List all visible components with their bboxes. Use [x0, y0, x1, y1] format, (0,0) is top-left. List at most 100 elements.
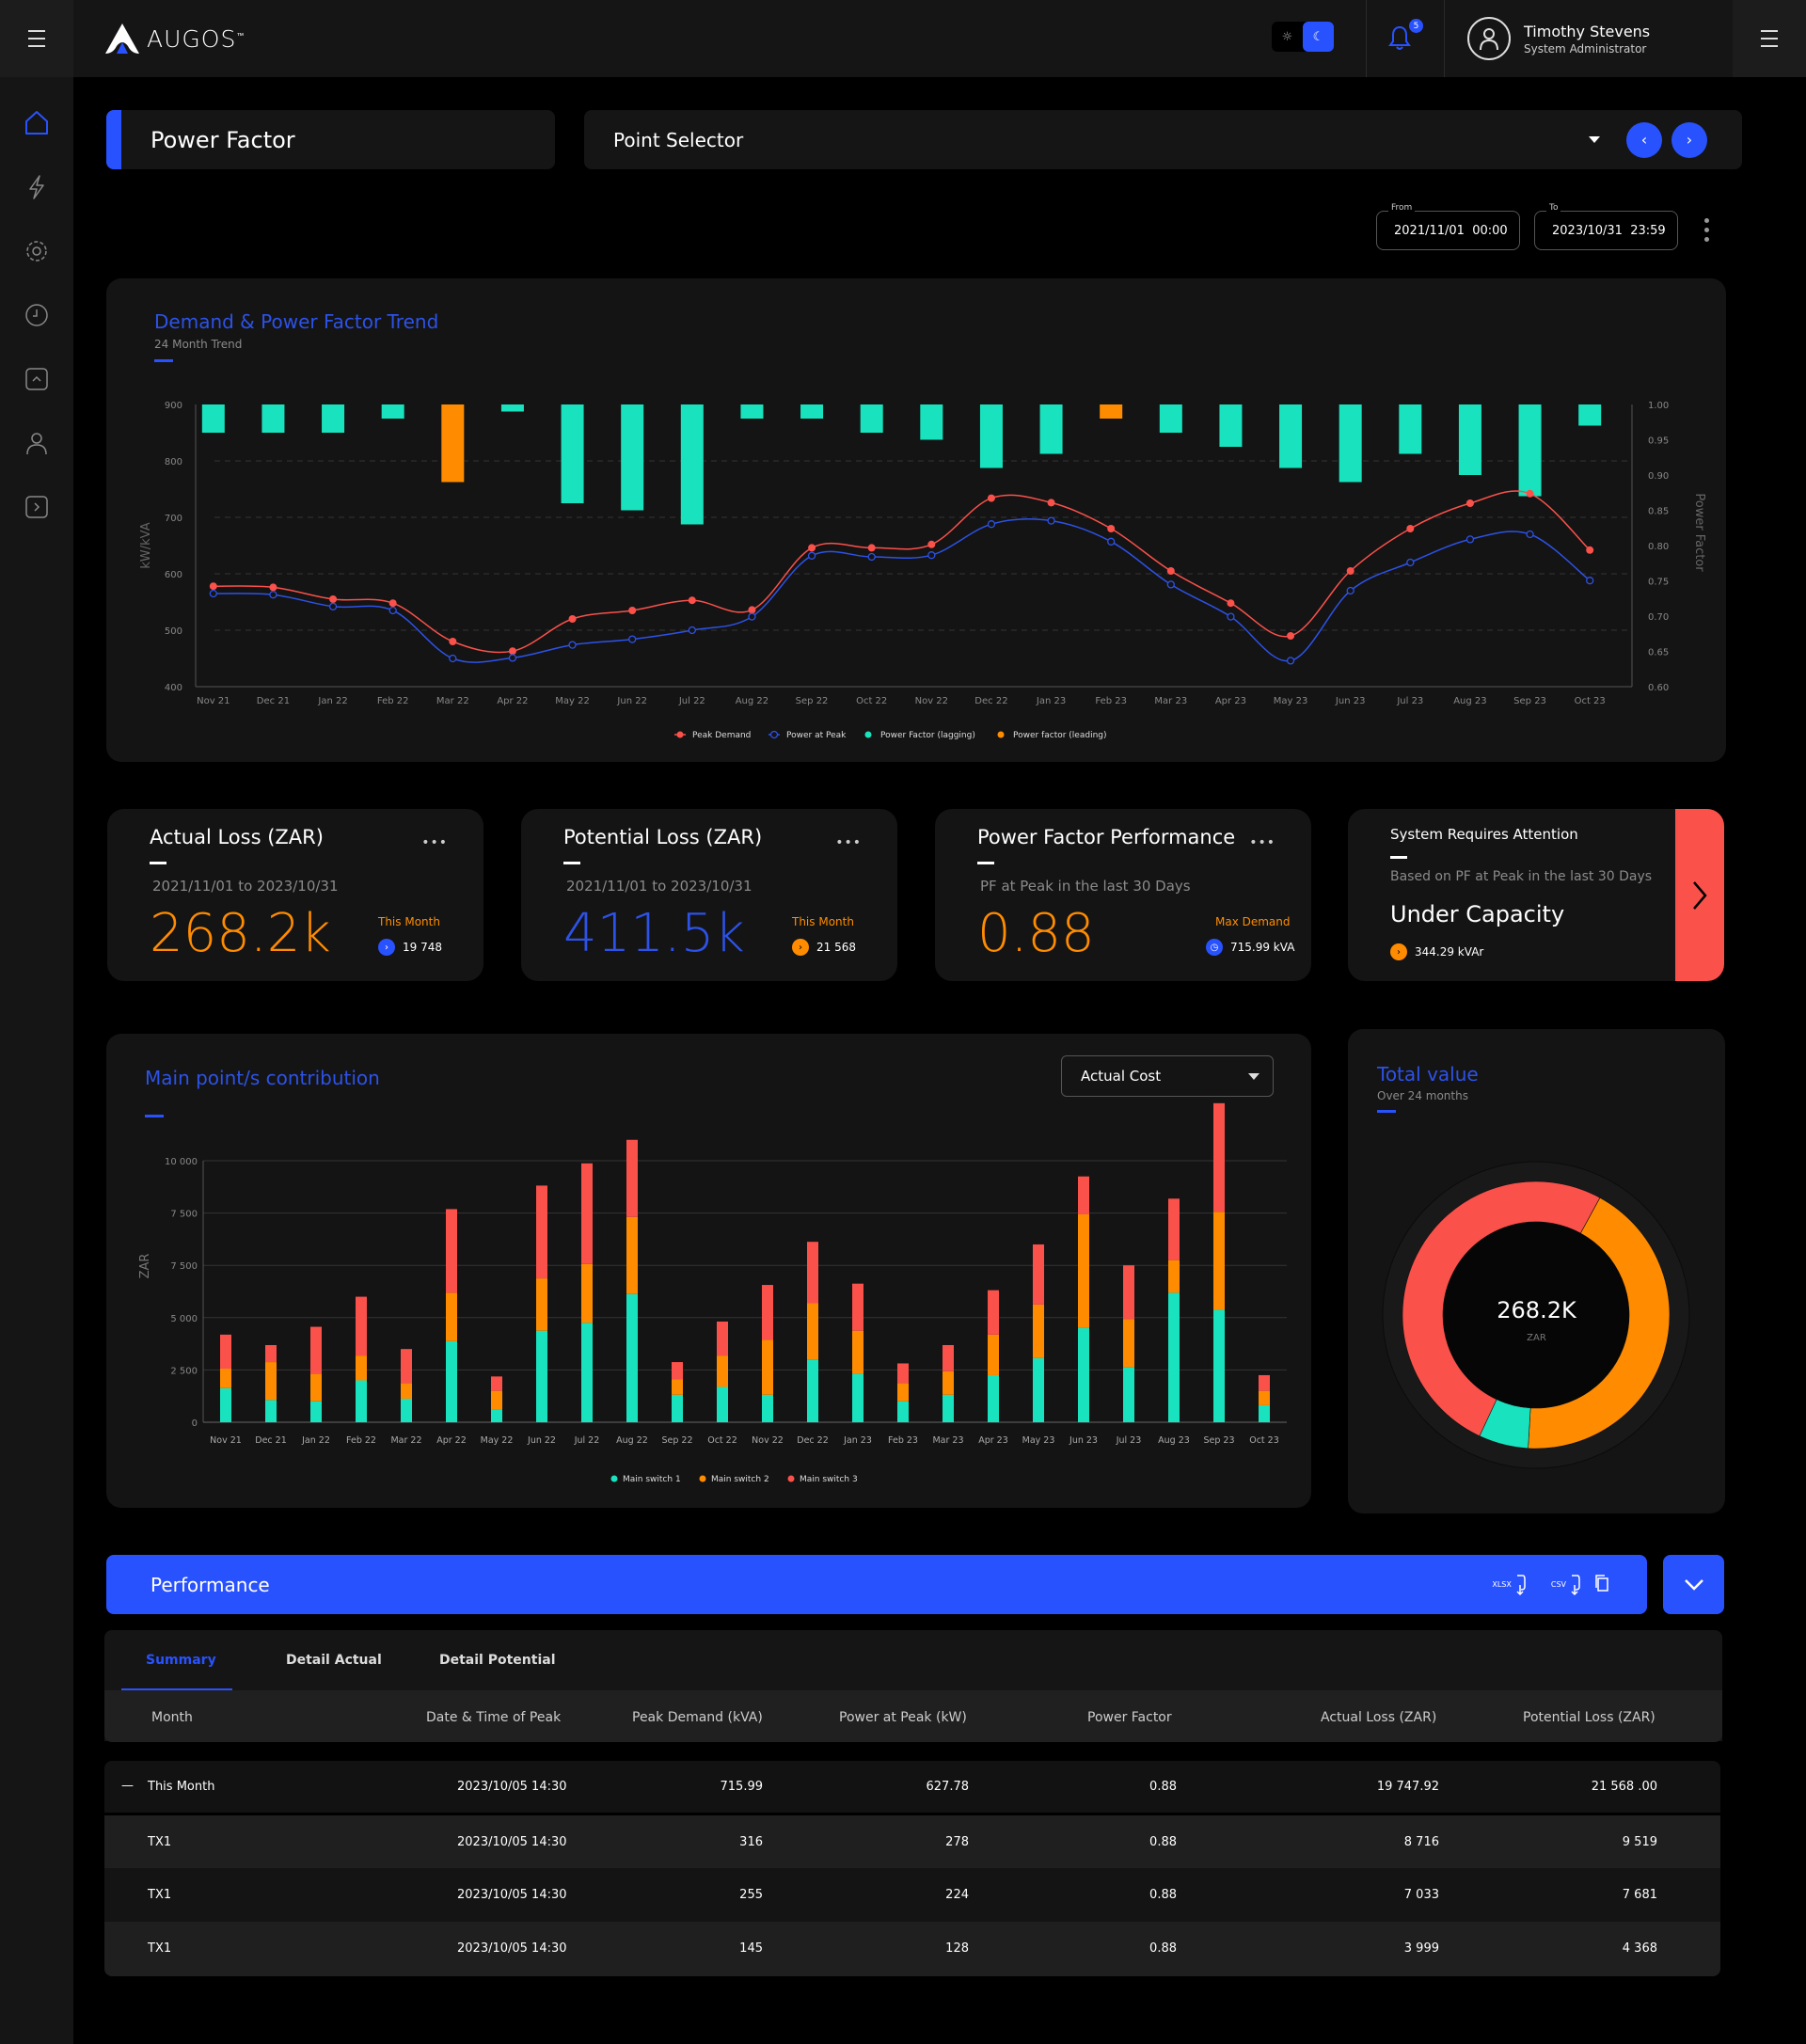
x-tick-label: Feb 23 [1095, 696, 1127, 706]
card-menu-button[interactable]: ••• [421, 835, 448, 850]
user-profile[interactable]: Timothy Stevens System Administrator [1467, 17, 1650, 60]
x-tick-label: Jan 22 [301, 1435, 330, 1446]
x-tick-label: Apr 23 [978, 1435, 1008, 1446]
legend-label: Main switch 3 [800, 1475, 858, 1484]
main-switch-3-bar [491, 1376, 502, 1391]
column-header[interactable]: Power at Peak (kW) [839, 1710, 967, 1725]
chevron-right-icon: › [1390, 943, 1407, 960]
y-axis-label: ZAR [138, 1254, 152, 1279]
x-tick-label: Nov 21 [210, 1435, 242, 1446]
dark-mode-button[interactable]: ☾ [1303, 22, 1334, 52]
peak-demand-point [628, 607, 637, 614]
main-switch-2-bar [626, 1216, 638, 1294]
column-header[interactable]: Actual Loss (ZAR) [1321, 1710, 1436, 1725]
sidebar-item-home[interactable] [0, 91, 73, 155]
user-role: System Administrator [1524, 41, 1647, 55]
more-options-button[interactable] [1704, 218, 1709, 242]
table-cell: 19 747.92 [1376, 1779, 1439, 1794]
peak-demand-point [1586, 546, 1594, 554]
x-tick-label: Feb 22 [346, 1435, 376, 1446]
pf-lagging-bar [1219, 404, 1243, 447]
from-label: From [1388, 203, 1416, 213]
y2-tick-label: 1.00 [1648, 401, 1669, 411]
power-at-peak-point [1346, 586, 1354, 595]
legend-label: Peak Demand [692, 731, 751, 740]
sidebar-item-settings[interactable] [0, 219, 73, 283]
y-tick-label: 600 [165, 570, 182, 580]
peak-demand-point [568, 615, 577, 623]
caret-down-icon[interactable] [1589, 136, 1600, 143]
table-row[interactable]: TX1 2023/10/05 14:30 316 278 0.88 8 716 9 519 [104, 1815, 1720, 1869]
donut-center-unit: ZAR [1527, 1333, 1546, 1343]
main-switch-3-bar [672, 1362, 683, 1380]
peak-demand-point [867, 544, 876, 552]
main-switch-2-bar [491, 1390, 502, 1410]
export-csv-button[interactable]: CSV [1551, 1574, 1581, 1596]
column-header[interactable]: Month [151, 1710, 193, 1725]
max-demand-value: ◷ 715.99 kVA [1206, 939, 1294, 956]
sidebar-item-users[interactable] [0, 411, 73, 475]
y2-tick-label: 0.75 [1648, 578, 1669, 588]
main-switch-3-bar [897, 1363, 909, 1384]
table-row[interactable]: TX1 2023/10/05 14:30 145 128 0.88 3 999 4 368 [104, 1922, 1720, 1976]
table-cell: This Month [148, 1779, 215, 1794]
export-xlsx-button[interactable]: XLSX [1492, 1574, 1527, 1596]
power-at-peak-point [1227, 612, 1235, 621]
card-menu-button[interactable]: ••• [835, 835, 862, 850]
tab-summary[interactable]: Summary [146, 1653, 216, 1668]
x-tick-label: Dec 22 [974, 696, 1007, 706]
power-at-peak-point [1586, 577, 1594, 585]
column-header[interactable]: Date & Time of Peak [426, 1710, 561, 1725]
sidebar-item-history[interactable] [0, 283, 73, 347]
main-switch-3-bar [852, 1283, 863, 1331]
sidebar-item-collapse[interactable] [0, 347, 73, 411]
light-mode-button[interactable]: ☼ [1272, 22, 1303, 52]
from-date-field[interactable]: From 2021/11/01 00:00 [1376, 203, 1520, 250]
page-title-bar: Power Factor [106, 110, 555, 169]
pf-lagging-bar [1458, 404, 1481, 475]
previous-point-button[interactable]: ‹ [1626, 121, 1662, 158]
main-switch-3-bar [536, 1185, 547, 1279]
column-header[interactable]: Power Factor [1087, 1710, 1172, 1725]
collapse-performance-button[interactable] [1663, 1555, 1724, 1614]
table-row[interactable]: TX1 2023/10/05 14:30 255 224 0.88 7 033 7 681 [104, 1868, 1720, 1922]
column-header[interactable]: Potential Loss (ZAR) [1523, 1710, 1656, 1725]
power-at-peak-point [269, 591, 277, 599]
pf-lagging-bar [1339, 404, 1362, 483]
attention-details-button[interactable] [1675, 809, 1724, 981]
menu-button[interactable] [0, 0, 73, 77]
table-cell: 715.99 [720, 1779, 764, 1794]
next-point-button[interactable]: › [1671, 121, 1707, 158]
y2-tick-label: 0.85 [1648, 507, 1669, 517]
tab-detail-potential[interactable]: Detail Potential [439, 1653, 556, 1668]
collapse-row-icon[interactable]: — [121, 1779, 134, 1793]
table-row-summary[interactable]: — This Month 2023/10/05 14:30 715.99 627.78 0… [104, 1761, 1720, 1813]
power-at-peak-point [748, 612, 756, 621]
right-menu-button[interactable] [1733, 0, 1806, 77]
copy-button[interactable] [1594, 1574, 1609, 1596]
total-value-card: Total value Over 24 months 268.2K ZAR [1348, 1029, 1725, 1513]
peak-demand-point [1406, 525, 1415, 532]
max-demand-label: Max Demand [1215, 915, 1291, 928]
main-switch-3-bar [581, 1163, 593, 1264]
column-header[interactable]: Peak Demand (kVA) [632, 1710, 763, 1725]
main-switch-1-bar [536, 1330, 547, 1422]
main-switch-3-bar [265, 1344, 277, 1363]
card-menu-button[interactable]: ••• [1249, 835, 1275, 850]
pf-performance-card: Power Factor Performance ••• PF at Peak … [935, 809, 1311, 981]
peak-demand-point [927, 540, 936, 548]
table-cell: 255 [739, 1887, 763, 1902]
chevron-down-icon [1684, 1578, 1703, 1591]
x-tick-label: Jul 22 [678, 696, 705, 706]
sidebar-item-energy[interactable] [0, 155, 73, 219]
main-switch-1-bar [672, 1394, 683, 1422]
to-date-field[interactable]: To 2023/10/31 23:59 [1534, 203, 1678, 250]
table-cell: 2023/10/05 14:30 [457, 1834, 567, 1849]
tab-detail-actual[interactable]: Detail Actual [286, 1653, 382, 1668]
x-tick-label: Oct 22 [856, 696, 887, 706]
pf-lagging-bar [1279, 404, 1303, 468]
theme-toggle[interactable]: ☼ ☾ [1272, 22, 1334, 52]
sidebar-item-expand[interactable] [0, 475, 73, 539]
point-selector[interactable]: Point Selector ‹ › [584, 110, 1742, 169]
pf-lagging-bar [979, 404, 1003, 468]
